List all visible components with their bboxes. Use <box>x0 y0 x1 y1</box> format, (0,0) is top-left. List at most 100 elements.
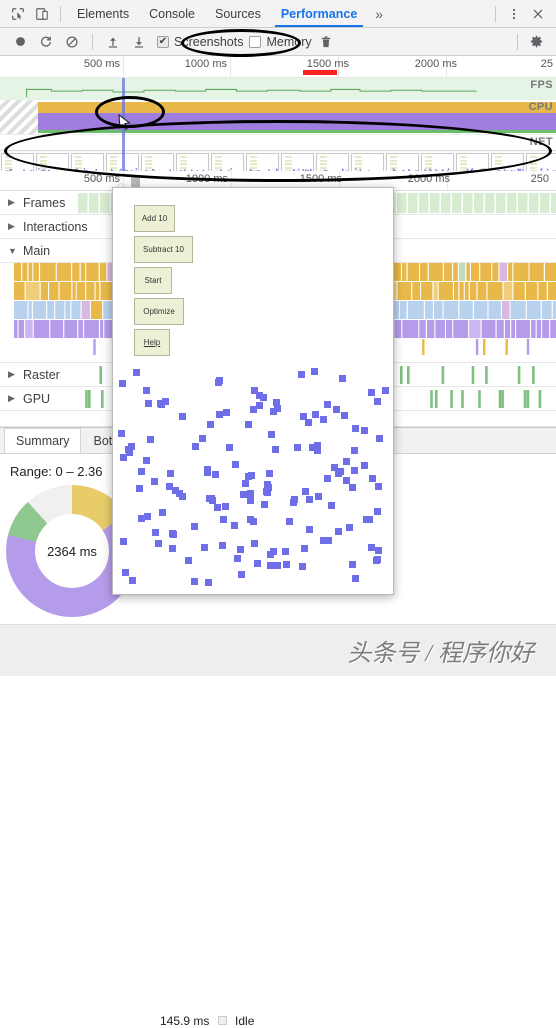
scatter-dot <box>169 544 177 552</box>
scatter-dot <box>118 379 126 387</box>
tab-performance-label: Performance <box>280 6 358 21</box>
scatter-dot <box>337 468 345 476</box>
tab-sources[interactable]: Sources <box>205 0 271 27</box>
frames-disclosure-triangle-icon[interactable]: ▶ <box>8 197 17 208</box>
device-toolbar-icon[interactable] <box>30 3 54 25</box>
scatter-dot <box>298 370 306 378</box>
scatter-dot <box>373 556 381 564</box>
scatter-dot <box>261 500 269 508</box>
cpu-painting-area <box>0 113 556 130</box>
toolbar-divider-1 <box>92 33 93 50</box>
drawer-tab-summary-label: Summary <box>16 434 70 448</box>
scatter-dot <box>245 472 253 480</box>
scatter-dot <box>373 397 381 405</box>
track-label-gpu: GPU <box>23 391 51 406</box>
memory-checkbox[interactable]: Memory <box>249 34 312 49</box>
clear-prohibited-icon[interactable] <box>60 31 84 53</box>
tab-console[interactable]: Console <box>139 0 205 27</box>
main-disclosure-triangle-icon[interactable]: ▼ <box>8 246 17 256</box>
tabbar-right-group <box>489 3 550 25</box>
inspect-cursor-icon[interactable] <box>6 3 30 25</box>
scatter-dot <box>351 574 359 582</box>
timeline-overview[interactable]: 500 ms 1000 ms 1500 ms 2000 ms 25 FPS CP… <box>0 56 556 192</box>
memory-label: Memory <box>266 34 312 49</box>
scatter-dot <box>320 416 328 424</box>
drawer-tab-summary[interactable]: Summary <box>4 428 82 453</box>
scatter-dot <box>154 539 162 547</box>
tab-console-label: Console <box>149 6 195 21</box>
scatter-dot <box>246 497 254 504</box>
interactions-disclosure-triangle-icon[interactable]: ▶ <box>8 221 17 232</box>
scatter-dot <box>133 368 140 376</box>
scatter-dot <box>122 568 130 576</box>
scatter-dot <box>226 444 233 451</box>
upload-profile-icon[interactable] <box>101 31 125 53</box>
scatter-dot <box>129 576 137 584</box>
scatter-dot <box>267 550 274 558</box>
popup-button-optimize-label: Optimize <box>143 307 175 316</box>
scatter-dot <box>306 525 313 533</box>
trash-icon[interactable] <box>314 31 338 53</box>
tab-elements[interactable]: Elements <box>67 0 139 27</box>
scatter-dot <box>151 477 159 485</box>
scatter-dot <box>136 485 144 493</box>
overview-ruler: 500 ms 1000 ms 1500 ms 2000 ms 25 <box>0 56 556 78</box>
scatter-dot <box>266 561 274 569</box>
toolbar-divider-2 <box>517 33 518 50</box>
scatter-dot <box>272 446 280 454</box>
watermark-footer: 头条号 / 程序你好 <box>0 624 556 676</box>
scatter-dot <box>334 528 342 536</box>
scatter-dot <box>305 495 313 503</box>
devtools-tabbar: Elements Console Sources Performance » <box>0 0 556 28</box>
scatter-dot <box>304 418 312 426</box>
cpu-band-label: CPU <box>528 101 553 113</box>
scatter-dot <box>219 541 227 549</box>
scatter-dot <box>184 557 192 565</box>
scatter-dot <box>351 467 358 475</box>
tab-performance[interactable]: Performance <box>271 0 367 27</box>
scatter-dot <box>138 468 146 476</box>
gpu-disclosure-triangle-icon[interactable]: ▶ <box>8 393 17 404</box>
overview-tick-2: 1500 ms <box>306 58 349 70</box>
scatter-dot <box>319 537 327 545</box>
download-profile-icon[interactable] <box>127 31 151 53</box>
screenshot-preview-popup[interactable]: Add 10 Subtract 10 Start Optimize Help <box>112 187 394 595</box>
screenshots-checkbox[interactable]: Screenshots <box>157 35 243 49</box>
scatter-dot <box>200 543 208 551</box>
scatter-dot <box>341 411 348 419</box>
scatter-dot <box>144 513 151 521</box>
popup-button-help[interactable]: Help <box>134 329 170 356</box>
tab-elements-label: Elements <box>77 6 130 21</box>
scatter-dot <box>301 488 309 496</box>
scatter-dot <box>382 387 390 395</box>
scatter-dot <box>124 446 132 454</box>
popup-button-optimize[interactable]: Optimize <box>134 298 184 325</box>
overview-tick-4: 25 <box>540 58 553 70</box>
record-circle-icon[interactable] <box>8 31 32 53</box>
popup-button-add-10[interactable]: Add 10 <box>134 205 175 232</box>
scatter-dot <box>219 516 227 523</box>
popup-button-start[interactable]: Start <box>134 267 172 294</box>
close-icon[interactable] <box>526 3 550 25</box>
scatter-dot <box>310 368 318 376</box>
scatter-dot <box>204 465 212 473</box>
scatter-dot <box>239 490 247 498</box>
memory-checkbox-box[interactable] <box>249 35 262 48</box>
scatter-dot <box>265 469 273 477</box>
screenshots-checkbox-box[interactable] <box>157 35 169 48</box>
legend-idle-row: 145.9 ms Idle <box>160 1014 254 1028</box>
popup-button-subtract-10[interactable]: Subtract 10 <box>134 236 193 263</box>
raster-disclosure-triangle-icon[interactable]: ▶ <box>8 369 17 380</box>
gear-icon[interactable] <box>524 31 548 53</box>
scatter-dot <box>165 483 173 491</box>
tab-overflow-chevron-icon[interactable]: » <box>367 6 391 22</box>
reload-record-icon[interactable] <box>34 31 58 53</box>
scatter-dot <box>231 460 239 468</box>
flame-tick-2: 1500 ms <box>299 173 342 185</box>
scatter-dot <box>198 434 206 442</box>
scatter-dot <box>323 400 331 408</box>
scatter-dot <box>369 474 377 482</box>
range-grip[interactable] <box>131 175 140 187</box>
kebab-menu-icon[interactable] <box>502 3 526 25</box>
scatter-dot <box>222 502 230 510</box>
